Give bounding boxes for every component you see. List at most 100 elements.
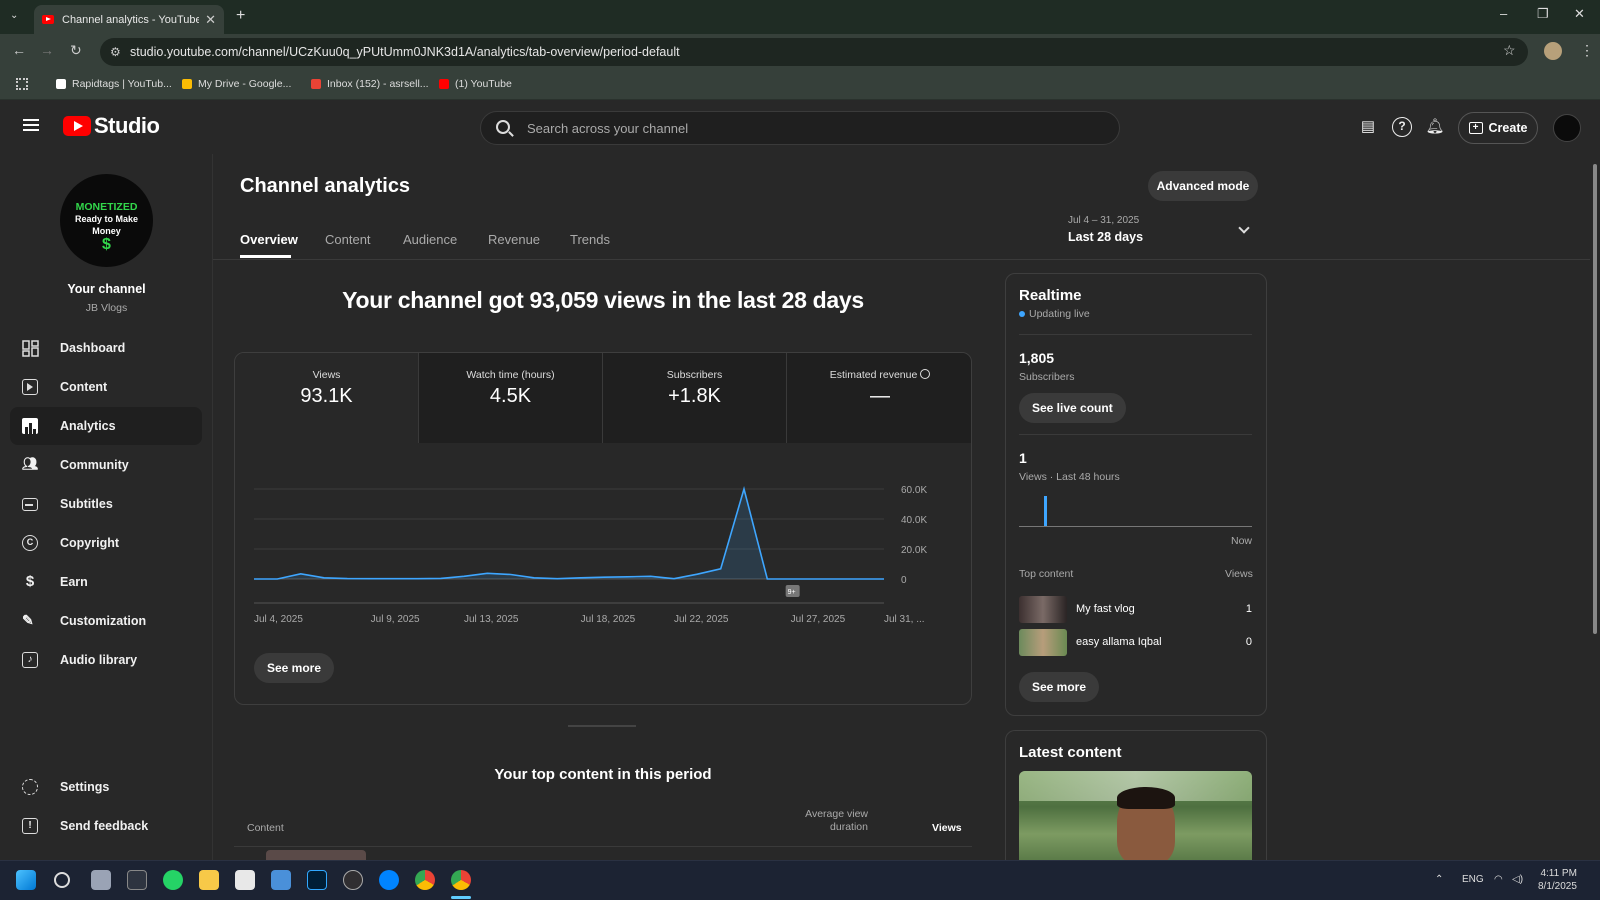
profile-avatar-icon[interactable] bbox=[1544, 42, 1562, 60]
chart-point[interactable] bbox=[555, 577, 559, 581]
create-button[interactable]: + Create bbox=[1458, 112, 1538, 144]
youtube-logo-icon[interactable] bbox=[63, 116, 91, 136]
taskbar-search-icon[interactable] bbox=[54, 872, 70, 888]
tab-revenue[interactable]: Revenue bbox=[488, 232, 540, 247]
chart-point[interactable] bbox=[882, 577, 886, 581]
chart-point[interactable] bbox=[625, 575, 629, 579]
bookmark-youtube[interactable]: (1) YouTube bbox=[439, 78, 512, 90]
chart-point[interactable] bbox=[835, 577, 839, 581]
chart-point[interactable] bbox=[695, 572, 699, 576]
task-view-icon[interactable] bbox=[91, 870, 111, 890]
bookmark-google-drive[interactable]: My Drive - Google... bbox=[182, 78, 291, 90]
chevron-down-icon[interactable] bbox=[1238, 222, 1250, 234]
chart-point[interactable] bbox=[509, 573, 513, 577]
chart-point[interactable] bbox=[462, 574, 466, 578]
realtime-see-more-button[interactable]: See more bbox=[1019, 672, 1100, 702]
see-live-count-button[interactable]: See live count bbox=[1019, 393, 1126, 423]
chart-point[interactable] bbox=[602, 575, 606, 579]
chart-point[interactable] bbox=[649, 574, 653, 578]
site-info-icon[interactable]: ⚙ bbox=[110, 45, 121, 59]
channel-avatar[interactable]: MONETIZED Ready to Make Money $ bbox=[60, 174, 153, 267]
taskbar-clock[interactable]: 4:11 PM 8/1/2025 bbox=[1538, 867, 1577, 893]
clock-info-icon[interactable] bbox=[920, 369, 931, 379]
metric-estimated-revenue[interactable]: Estimated revenue — bbox=[787, 353, 971, 443]
search-input[interactable]: Search across your channel bbox=[480, 111, 1120, 145]
sidebar-item-content[interactable]: Content bbox=[10, 368, 202, 406]
language-indicator[interactable]: ENG bbox=[1462, 874, 1484, 885]
chart-point[interactable] bbox=[322, 576, 326, 580]
metric-watch-time[interactable]: Watch time (hours) 4.5K bbox=[419, 353, 603, 443]
help-icon[interactable]: ? bbox=[1392, 117, 1412, 137]
sidebar-item-customization[interactable]: ✎ Customization bbox=[10, 602, 202, 640]
realtime-bar[interactable] bbox=[1044, 496, 1047, 526]
obs-icon[interactable] bbox=[343, 870, 363, 890]
microsoft-store-icon[interactable] bbox=[235, 870, 255, 890]
apps-grid-icon[interactable] bbox=[16, 78, 28, 90]
chart-point[interactable] bbox=[369, 577, 373, 581]
chart-point[interactable] bbox=[345, 577, 349, 581]
chart-point[interactable] bbox=[859, 577, 863, 581]
chart-point[interactable] bbox=[742, 487, 746, 491]
date-range-text[interactable]: Jul 4 – 31, 2025 bbox=[1068, 215, 1139, 226]
sidebar-item-community[interactable]: 👥︎ Community bbox=[10, 446, 202, 484]
close-window-button[interactable]: ✕ bbox=[1574, 6, 1585, 22]
list-item[interactable]: My fast vlog 1 bbox=[1019, 596, 1252, 623]
messenger-icon[interactable] bbox=[379, 870, 399, 890]
studio-logo-text[interactable]: Studio bbox=[94, 113, 160, 139]
browser-tab-active[interactable]: Channel analytics - YouTube St ✕ bbox=[34, 5, 224, 34]
sidebar-item-send-feedback[interactable]: ! Send feedback bbox=[10, 807, 202, 845]
tab-overview[interactable]: Overview bbox=[240, 232, 298, 247]
bookmark-gmail[interactable]: Inbox (152) - asrsell... bbox=[311, 78, 429, 90]
back-arrow-icon[interactable]: ← bbox=[12, 42, 26, 58]
chart-point[interactable] bbox=[392, 577, 396, 581]
chart-point[interactable] bbox=[672, 577, 676, 581]
chart-point[interactable] bbox=[275, 577, 279, 581]
metric-views[interactable]: Views 93.1K bbox=[235, 353, 419, 443]
chart-point[interactable] bbox=[439, 576, 443, 580]
address-bar[interactable]: ⚙ studio.youtube.com/channel/UCzKuu0q_yP… bbox=[100, 38, 1528, 66]
browser-menu-icon[interactable]: ⋮ bbox=[1580, 42, 1594, 59]
sidebar-item-subtitles[interactable]: Subtitles bbox=[10, 485, 202, 523]
tray-chevron-up-icon[interactable]: ⌃ bbox=[1435, 874, 1443, 885]
chart-point[interactable] bbox=[485, 571, 489, 575]
see-more-button[interactable]: See more bbox=[254, 653, 335, 683]
photos-icon[interactable] bbox=[271, 870, 291, 890]
minimize-window-button[interactable]: – bbox=[1500, 6, 1507, 21]
notifications-bell-icon[interactable]: 🔔︎ bbox=[1425, 117, 1445, 137]
bookmark-rapidtags[interactable]: Rapidtags | YouTub... bbox=[56, 78, 172, 90]
chart-point[interactable] bbox=[299, 572, 303, 576]
page-scrollbar[interactable] bbox=[1590, 154, 1600, 860]
chart-point[interactable] bbox=[252, 577, 256, 581]
chart-point[interactable] bbox=[579, 576, 583, 580]
advanced-mode-button[interactable]: Advanced mode bbox=[1148, 171, 1258, 201]
sidebar-item-analytics[interactable]: Analytics bbox=[10, 407, 202, 445]
bookmark-star-icon[interactable]: ☆ bbox=[1503, 42, 1516, 59]
list-item[interactable]: easy allama Iqbal 0 bbox=[1019, 629, 1252, 656]
chart-point[interactable] bbox=[765, 577, 769, 581]
forward-arrow-icon[interactable]: → bbox=[40, 42, 54, 58]
sidebar-item-audio-library[interactable]: ♪ Audio library bbox=[10, 641, 202, 679]
sidebar-item-copyright[interactable]: C Copyright bbox=[10, 524, 202, 562]
sidebar-item-settings[interactable]: Settings bbox=[10, 768, 202, 806]
chrome-icon[interactable] bbox=[415, 870, 435, 890]
whatsapp-icon[interactable] bbox=[163, 870, 183, 890]
account-avatar[interactable] bbox=[1553, 114, 1581, 142]
reload-icon[interactable]: ↻ bbox=[70, 42, 82, 59]
maximize-window-button[interactable]: ❐ bbox=[1537, 6, 1549, 22]
tab-trends[interactable]: Trends bbox=[570, 232, 610, 247]
chart-point[interactable] bbox=[415, 577, 419, 581]
windows-start-icon[interactable] bbox=[16, 870, 36, 890]
chart-point[interactable] bbox=[812, 577, 816, 581]
hamburger-menu-icon[interactable] bbox=[23, 119, 39, 131]
sidebar-item-dashboard[interactable]: Dashboard bbox=[10, 329, 202, 367]
file-explorer-icon[interactable] bbox=[199, 870, 219, 890]
tab-search-chevron-icon[interactable]: ⌄ bbox=[10, 10, 24, 24]
table-header-views[interactable]: Views bbox=[932, 822, 962, 834]
latest-video-thumbnail[interactable] bbox=[1019, 771, 1252, 861]
tab-content[interactable]: Content bbox=[325, 232, 371, 247]
photoshop-icon[interactable] bbox=[307, 870, 327, 890]
tab-audience[interactable]: Audience bbox=[403, 232, 457, 247]
captions-feedback-icon[interactable]: ▤ bbox=[1358, 117, 1378, 137]
table-row-thumbnail[interactable] bbox=[266, 850, 366, 860]
chart-point[interactable] bbox=[532, 576, 536, 580]
